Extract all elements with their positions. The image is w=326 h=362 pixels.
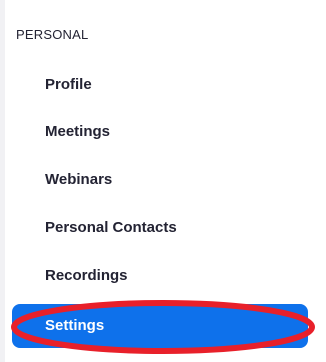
sidebar-item-settings[interactable]: Settings — [12, 304, 308, 348]
sidebar-item-recordings[interactable]: Recordings — [12, 254, 308, 298]
sidebar-rail — [0, 0, 5, 362]
sidebar-panel: PERSONAL Profile Meetings Webinars Perso… — [0, 0, 326, 362]
sidebar-item-profile[interactable]: Profile — [12, 63, 308, 107]
sidebar-item-personal-contacts[interactable]: Personal Contacts — [12, 206, 308, 250]
section-heading-personal: PERSONAL — [16, 27, 89, 42]
sidebar-item-meetings[interactable]: Meetings — [12, 110, 308, 154]
sidebar-item-webinars[interactable]: Webinars — [12, 158, 308, 202]
